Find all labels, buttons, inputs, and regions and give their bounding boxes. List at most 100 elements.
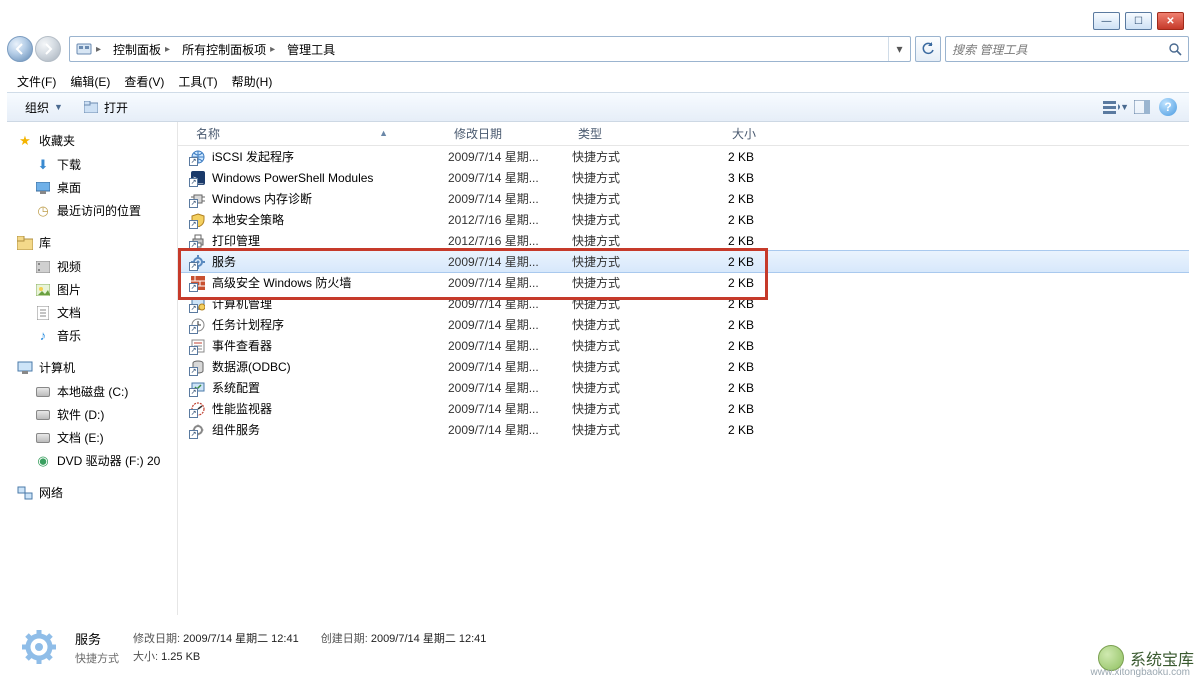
column-name[interactable]: 名称▲ [190,125,448,142]
back-button[interactable] [7,36,33,62]
file-row[interactable]: ↗事件查看器2009/7/14 星期...快捷方式2 KB [178,335,1189,356]
file-row[interactable]: ↗组件服务2009/7/14 星期...快捷方式2 KB [178,419,1189,440]
organize-button[interactable]: 组织▼ [15,96,73,119]
firewall-icon: ↗ [190,275,206,291]
libraries-icon [17,235,33,251]
sidebar-favorites[interactable]: ★收藏夹 [7,128,177,153]
breadcrumb-item[interactable]: 控制面板 [113,41,161,58]
file-size: 2 KB [692,150,762,164]
close-button[interactable]: ✕ [1157,12,1184,30]
sidebar-item-drive-e[interactable]: 文档 (E:) [7,426,177,449]
file-name: Windows PowerShell Modules [212,171,448,185]
sort-indicator-icon: ▲ [379,128,388,138]
shield-icon: ↗ [190,212,206,228]
sidebar-item-downloads[interactable]: ⬇下载 [7,153,177,176]
file-size: 2 KB [692,276,762,290]
file-type: 快捷方式 [572,421,692,438]
open-button[interactable]: 打开 [73,96,138,119]
help-icon: ? [1159,98,1177,116]
network-icon [17,485,33,501]
breadcrumb-item[interactable]: 管理工具 [287,41,335,58]
db-icon: ↗ [190,359,206,375]
sidebar-item-drive-f[interactable]: ◉DVD 驱动器 (F:) 20 [7,449,177,472]
file-name: 高级安全 Windows 防火墙 [212,274,448,291]
forward-button[interactable] [35,36,61,62]
file-row[interactable]: ↗本地安全策略2012/7/16 星期...快捷方式2 KB [178,209,1189,230]
file-size: 2 KB [692,339,762,353]
menu-help[interactable]: 帮助(H) [232,73,273,90]
computer-icon [17,360,33,376]
file-row[interactable]: ↗计算机管理2009/7/14 星期...快捷方式2 KB [178,293,1189,314]
video-icon [35,259,51,275]
file-size: 2 KB [692,318,762,332]
sidebar-item-videos[interactable]: 视频 [7,255,177,278]
sidebar-item-drive-c[interactable]: 本地磁盘 (C:) [7,380,177,403]
download-icon: ⬇ [35,157,51,173]
file-row[interactable]: ↗iSCSI 发起程序2009/7/14 星期...快捷方式2 KB [178,146,1189,167]
file-row[interactable]: ↗高级安全 Windows 防火墙2009/7/14 星期...快捷方式2 KB [178,272,1189,293]
sidebar-item-desktop[interactable]: 桌面 [7,176,177,199]
picture-icon [35,282,51,298]
menu-view[interactable]: 查看(V) [124,73,164,90]
sidebar-computer[interactable]: 计算机 [7,355,177,380]
favorites-icon: ★ [17,133,33,149]
event-icon: ↗ [190,338,206,354]
column-date[interactable]: 修改日期 [448,125,572,142]
drive-icon [35,407,51,423]
file-type: 快捷方式 [572,190,692,207]
file-size: 2 KB [692,297,762,311]
maximize-button[interactable]: ☐ [1125,12,1152,30]
file-row[interactable]: ↗任务计划程序2009/7/14 星期...快捷方式2 KB [178,314,1189,335]
dvd-icon: ◉ [35,453,51,469]
sidebar-item-pictures[interactable]: 图片 [7,278,177,301]
sidebar-item-music[interactable]: ♪音乐 [7,324,177,347]
file-name: 本地安全策略 [212,211,448,228]
sidebar-item-documents[interactable]: 文档 [7,301,177,324]
sidebar-item-drive-d[interactable]: 软件 (D:) [7,403,177,426]
file-type: 快捷方式 [572,295,692,312]
clock-icon: ↗ [190,317,206,333]
drive-icon [35,430,51,446]
control-panel-icon [76,41,92,57]
sidebar-item-recent[interactable]: ◷最近访问的位置 [7,199,177,222]
file-row[interactable]: ↗系统配置2009/7/14 星期...快捷方式2 KB [178,377,1189,398]
file-name: 组件服务 [212,421,448,438]
details-value: 2009/7/14 星期二 12:41 [183,633,299,645]
file-date: 2009/7/14 星期... [448,400,572,417]
file-row[interactable]: ↗Windows 内存诊断2009/7/14 星期...快捷方式2 KB [178,188,1189,209]
address-bar[interactable]: ▸ 控制面板▸ 所有控制面板项▸ 管理工具 ▾ [69,36,911,62]
file-size: 3 KB [692,171,762,185]
minimize-button[interactable]: — [1093,12,1120,30]
file-type: 快捷方式 [572,169,692,186]
column-type[interactable]: 类型 [572,125,692,142]
component-icon: ↗ [190,422,206,438]
column-size[interactable]: 大小 [692,125,762,142]
address-dropdown[interactable]: ▾ [888,37,910,61]
file-date: 2012/7/16 星期... [448,211,572,228]
file-row[interactable]: ↗数据源(ODBC)2009/7/14 星期...快捷方式2 KB [178,356,1189,377]
file-row[interactable]: >_↗Windows PowerShell Modules2009/7/14 星… [178,167,1189,188]
file-row[interactable]: ↗服务2009/7/14 星期...快捷方式2 KB [178,251,1189,272]
file-row[interactable]: ↗性能监视器2009/7/14 星期...快捷方式2 KB [178,398,1189,419]
preview-pane-button[interactable] [1129,96,1155,118]
file-size: 2 KB [692,360,762,374]
sidebar-network[interactable]: 网络 [7,480,177,505]
search-placeholder: 搜索 管理工具 [952,41,1027,58]
file-size: 2 KB [692,213,762,227]
breadcrumb-item[interactable]: 所有控制面板项 [182,41,266,58]
help-button[interactable]: ? [1155,96,1181,118]
menu-tools[interactable]: 工具(T) [178,73,217,90]
menu-file[interactable]: 文件(F) [17,73,56,90]
refresh-button[interactable] [915,36,941,62]
file-name: 数据源(ODBC) [212,358,448,375]
file-date: 2009/7/14 星期... [448,148,572,165]
search-input[interactable]: 搜索 管理工具 [945,36,1189,62]
view-mode-button[interactable]: ▼ [1103,96,1129,118]
sidebar-libraries[interactable]: 库 [7,230,177,255]
details-pane: 服务 快捷方式 修改日期: 2009/7/14 星期二 12:41 创建日期: … [7,621,1189,673]
file-row[interactable]: ↗打印管理2012/7/16 星期...快捷方式2 KB [178,230,1189,251]
document-icon [35,305,51,321]
file-size: 2 KB [692,234,762,248]
menu-edit[interactable]: 编辑(E) [70,73,110,90]
details-key: 创建日期: [321,633,368,645]
